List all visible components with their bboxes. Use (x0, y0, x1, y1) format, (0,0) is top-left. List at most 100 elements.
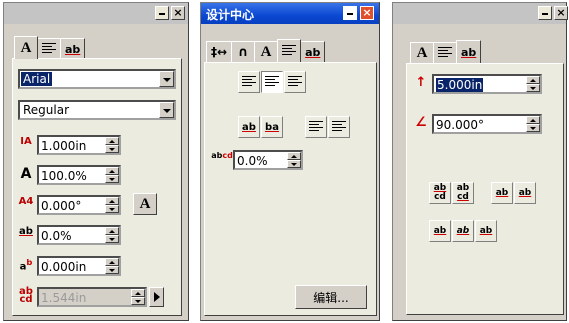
rotation-row: A4 0.000° A (17, 193, 177, 215)
rtl-direction-button[interactable]: ba (261, 116, 283, 138)
tracking-field[interactable]: 0.0% (37, 225, 121, 245)
ltr-direction-button[interactable]: ab (238, 116, 260, 138)
expand-arrow-button[interactable] (149, 287, 164, 307)
spin-down-icon[interactable] (287, 160, 301, 168)
minimize-button[interactable] (538, 6, 552, 20)
path-style-button-6[interactable]: ab (452, 220, 474, 242)
font-a-icon: A (260, 43, 272, 60)
path-style-button-2[interactable]: ab cd (452, 182, 474, 204)
minimize-button[interactable] (155, 6, 169, 20)
spin-down-icon[interactable] (526, 84, 540, 92)
chevron-down-icon[interactable] (159, 71, 174, 87)
align-left-icon (42, 43, 56, 55)
spin-down-icon[interactable] (526, 124, 540, 132)
tracking-icon: ab (19, 226, 33, 237)
spin-down-icon[interactable] (105, 145, 119, 153)
panel3-titlebar[interactable]: × (393, 3, 568, 24)
tab-character[interactable]: A (410, 42, 434, 63)
tab-path-text[interactable]: ab (456, 40, 482, 63)
tab-tracking[interactable]: ‡↔ (206, 41, 233, 62)
leading-field[interactable]: 1.544in (37, 287, 147, 307)
panel-title: 设计中心 (206, 8, 255, 22)
spin-down-icon[interactable] (105, 235, 119, 243)
horizontal-scale-value: 100.0% (41, 169, 87, 183)
tab-paragraph[interactable] (433, 42, 457, 63)
align-left-icon (242, 76, 256, 88)
horizontal-scale-row: A 100.0% (17, 165, 177, 185)
spin-up-icon[interactable] (105, 137, 119, 145)
path-style-button-1[interactable]: ab cd (429, 182, 451, 204)
font-name-select[interactable]: Arial (18, 69, 176, 89)
font-style-select[interactable]: Regular (18, 100, 176, 120)
align-left-icon (438, 47, 452, 59)
ab-icon: ab (65, 42, 81, 56)
align-right-button[interactable] (284, 71, 306, 93)
horizontal-scale-field[interactable]: 100.0% (37, 165, 121, 185)
tab-character[interactable]: A (14, 36, 38, 59)
word-spacing-field[interactable]: 0.0% (233, 150, 303, 170)
close-button[interactable]: × (554, 6, 568, 20)
tab-path-text[interactable]: ab (300, 41, 326, 62)
leading-row: ab cd 1.544in (17, 287, 181, 307)
tab-kerning[interactable]: ∩ (231, 41, 256, 62)
baseline-field[interactable]: 0.000in (37, 256, 121, 276)
word-spacing-value: 0.0% (237, 154, 268, 168)
spin-up-icon[interactable] (526, 76, 540, 84)
spin-down-icon[interactable] (131, 297, 145, 305)
ltr-icon: ab (242, 121, 256, 133)
path-stack-icon: ab cd (433, 183, 447, 202)
spin-up-icon[interactable] (526, 116, 540, 124)
path-height-field[interactable]: 5.000in (432, 74, 542, 94)
list-outdent-button[interactable] (328, 116, 350, 138)
path-flat-icon: ab (433, 225, 447, 236)
tab-paragraph[interactable] (277, 39, 302, 62)
rotation-value: 0.000° (41, 199, 82, 213)
word-spacing-icon: abcd (211, 151, 233, 160)
list-indent-button[interactable] (305, 116, 327, 138)
align-right-icon (288, 76, 302, 88)
path-curve-icon: ab (479, 225, 493, 236)
spin-up-icon[interactable] (105, 167, 119, 175)
character-settings-button[interactable]: A (133, 193, 157, 215)
chevron-right-icon (153, 292, 160, 302)
panel1-titlebar[interactable]: × (4, 3, 188, 24)
path-stack-icon: ab cd (456, 183, 470, 202)
spin-up-icon[interactable] (105, 258, 119, 266)
spin-up-icon[interactable] (105, 197, 119, 205)
panel2-titlebar[interactable]: 设计中心 × (201, 3, 379, 24)
font-a-icon: A (20, 39, 32, 56)
path-style-button-4[interactable]: ab (514, 182, 536, 204)
spin-down-icon[interactable] (105, 175, 119, 183)
font-size-row: IA 1.000in (17, 135, 177, 155)
font-style-value: Regular (23, 103, 70, 117)
path-text-panel: × A ab ↑ 5.000in ∠ 90.000° ab cd ab cd ab … (392, 2, 568, 321)
path-arc-icon: ab (518, 187, 532, 198)
rotation-field[interactable]: 0.000° (37, 195, 121, 215)
path-style-button-3[interactable]: ab (491, 182, 513, 204)
close-button[interactable]: × (171, 6, 185, 20)
tab-path-text[interactable]: ab (60, 38, 86, 59)
path-style-button-7[interactable]: ab (475, 220, 497, 242)
minimize-button[interactable] (343, 6, 357, 20)
ab-icon: ab (305, 45, 321, 59)
edit-button[interactable]: 编辑... (295, 285, 367, 309)
chevron-down-icon[interactable] (159, 102, 174, 118)
close-button[interactable]: × (360, 6, 374, 20)
tab-character[interactable]: A (254, 41, 279, 62)
tab-paragraph[interactable] (37, 38, 61, 59)
path-angle-field[interactable]: 90.000° (432, 114, 542, 134)
height-arrow-icon: ↑ (415, 75, 427, 90)
spin-up-icon[interactable] (287, 152, 301, 160)
spin-up-icon[interactable] (131, 289, 145, 297)
spin-down-icon[interactable] (105, 266, 119, 274)
spin-up-icon[interactable] (105, 227, 119, 235)
align-left-button[interactable] (238, 71, 260, 93)
path-style-button-5[interactable]: ab (429, 220, 451, 242)
list-indent-icon (309, 121, 323, 133)
font-size-field[interactable]: 1.000in (37, 135, 121, 155)
align-center-button[interactable] (261, 71, 283, 93)
spin-down-icon[interactable] (105, 205, 119, 213)
design-center-panel: 设计中心 × ‡↔ ∩ A ab ab ba abcd 0.0% 编辑... (200, 2, 380, 321)
rtl-icon: ba (265, 121, 279, 133)
paragraph-tab-body: ab ba abcd 0.0% 编辑... (204, 62, 377, 316)
